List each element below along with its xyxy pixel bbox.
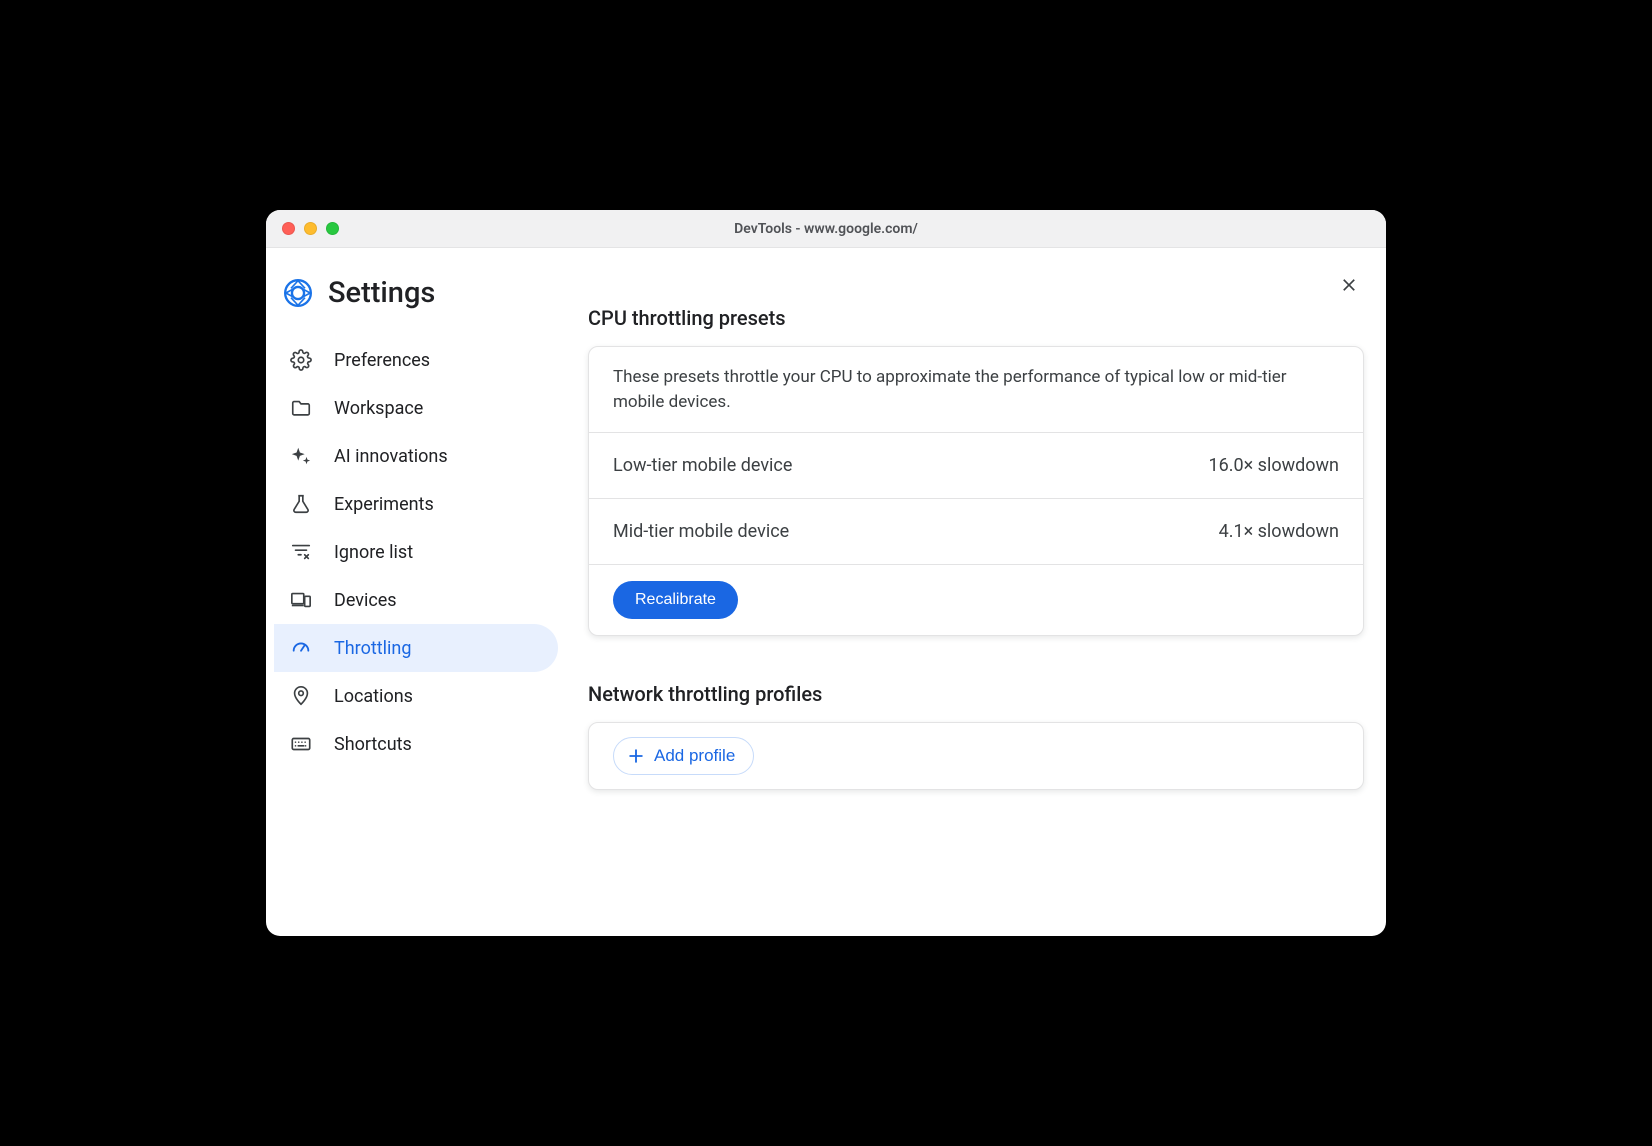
settings-nav: Preferences Workspace AI innovations Exp… [274,336,558,768]
preset-name: Low-tier mobile device [613,455,792,476]
preset-value: 16.0× slowdown [1208,455,1339,476]
page-title: Settings [328,276,435,310]
sidebar-item-shortcuts[interactable]: Shortcuts [274,720,558,768]
devices-icon [290,589,312,611]
window-minimize-button[interactable] [304,222,317,235]
sidebar-item-label: Throttling [334,638,411,659]
settings-header: Settings [274,276,558,336]
card-actions: Recalibrate [589,565,1363,635]
keyboard-icon [290,733,312,755]
window-frame: DevTools - www.google.com/ Settings Pref… [266,210,1386,936]
preset-name: Mid-tier mobile device [613,521,789,542]
sidebar-item-label: Ignore list [334,542,413,563]
window-close-button[interactable] [282,222,295,235]
sidebar-item-label: Locations [334,686,413,707]
recalibrate-button[interactable]: Recalibrate [613,581,738,619]
sidebar: Settings Preferences Workspace AI innova… [266,248,566,936]
network-throttling-heading: Network throttling profiles [588,682,1364,706]
sidebar-item-label: Workspace [334,398,423,419]
window-title: DevTools - www.google.com/ [266,221,1386,237]
throttling-preset-row: Low-tier mobile device 16.0× slowdown [589,433,1363,499]
cpu-throttling-heading: CPU throttling presets [588,306,1364,330]
sidebar-item-ignore-list[interactable]: Ignore list [274,528,558,576]
plus-icon [626,746,646,766]
close-icon [1339,275,1359,295]
sparkle-icon [290,445,312,467]
cpu-throttling-card: These presets throttle your CPU to appro… [588,346,1364,636]
sidebar-item-devices[interactable]: Devices [274,576,558,624]
throttling-preset-row: Mid-tier mobile device 4.1× slowdown [589,499,1363,565]
sidebar-item-ai-innovations[interactable]: AI innovations [274,432,558,480]
sidebar-item-locations[interactable]: Locations [274,672,558,720]
main: CPU throttling presets These presets thr… [566,248,1386,936]
preset-value: 4.1× slowdown [1219,521,1339,542]
devtools-icon [284,279,312,307]
sidebar-item-label: Preferences [334,350,430,371]
sidebar-item-preferences[interactable]: Preferences [274,336,558,384]
sidebar-item-label: Devices [334,590,397,611]
flask-icon [290,493,312,515]
folder-icon [290,397,312,419]
traffic-lights [282,222,339,235]
content: Settings Preferences Workspace AI innova… [266,248,1386,936]
add-profile-button[interactable]: Add profile [613,737,754,775]
location-pin-icon [290,685,312,707]
sidebar-item-workspace[interactable]: Workspace [274,384,558,432]
network-throttling-card: Add profile [588,722,1364,790]
add-profile-label: Add profile [654,746,735,766]
sidebar-item-label: Experiments [334,494,434,515]
titlebar: DevTools - www.google.com/ [266,210,1386,248]
close-button[interactable] [1332,268,1366,302]
sidebar-item-experiments[interactable]: Experiments [274,480,558,528]
filter-x-icon [290,541,312,563]
window-zoom-button[interactable] [326,222,339,235]
sidebar-item-label: Shortcuts [334,734,412,755]
sidebar-item-label: AI innovations [334,446,448,467]
cpu-throttling-description: These presets throttle your CPU to appro… [589,347,1363,433]
gauge-icon [290,637,312,659]
gear-icon [290,349,312,371]
sidebar-item-throttling[interactable]: Throttling [274,624,558,672]
